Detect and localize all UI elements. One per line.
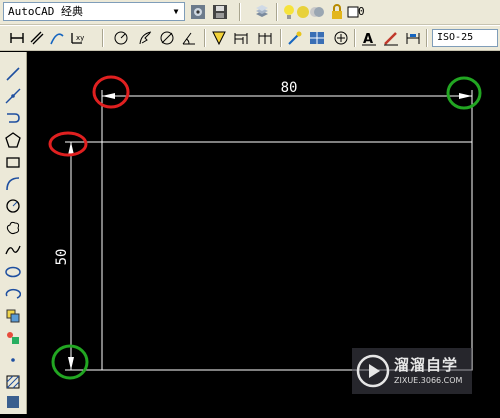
separator — [204, 29, 206, 47]
arrowhead-left — [102, 93, 115, 99]
center-mark-icon[interactable] — [308, 29, 326, 47]
point-icon[interactable] — [3, 350, 23, 370]
arrowhead-right — [459, 93, 472, 99]
svg-text:xy: xy — [76, 34, 84, 42]
horizontal-dimension-text: 80 — [281, 80, 298, 96]
separator — [102, 29, 104, 47]
insert-block-icon[interactable] — [3, 306, 23, 326]
chevron-down-icon[interactable]: ▼ — [169, 4, 183, 19]
workspace-select-value: AutoCAD 经典 — [8, 5, 83, 18]
red-highlight-circle — [92, 75, 130, 109]
vertical-dimension[interactable]: 50 — [54, 141, 102, 371]
save-workspace-icon[interactable] — [211, 3, 229, 21]
line-icon[interactable] — [3, 64, 23, 84]
workspace-settings-icon[interactable] — [189, 3, 207, 21]
rectangle-icon[interactable] — [3, 152, 23, 172]
jogged-dimension-icon[interactable] — [136, 29, 154, 47]
separator — [276, 3, 278, 21]
separator — [280, 29, 282, 47]
layer-manager-icon[interactable] — [253, 3, 271, 21]
watermark-url: ZIXUE.3066.COM — [394, 376, 463, 385]
arrowhead-bottom — [68, 357, 74, 370]
vertical-dimension-text: 50 — [54, 249, 70, 266]
dimension-text-edit-icon[interactable]: A — [360, 29, 378, 47]
dimension-style-select[interactable]: ISO-25 — [432, 29, 498, 47]
continue-dimension-icon[interactable] — [256, 29, 274, 47]
rectangle-geometry[interactable] — [101, 141, 473, 371]
watermark: 溜溜自学 ZIXUE.3066.COM — [352, 348, 472, 394]
spline-icon[interactable] — [3, 240, 23, 260]
arrowhead-top — [68, 142, 74, 155]
hatch-icon[interactable] — [3, 372, 23, 392]
radius-dimension-icon[interactable] — [112, 29, 130, 47]
ellipse-icon[interactable] — [3, 262, 23, 282]
dimension-edit-icon[interactable] — [382, 29, 400, 47]
quick-dimension-icon[interactable] — [210, 29, 228, 47]
angular-dimension-icon[interactable] — [180, 29, 198, 47]
standard-toolbar: AutoCAD 经典 ▼ 0 — [0, 0, 500, 25]
separator — [426, 29, 428, 47]
ellipse-arc-icon[interactable] — [3, 284, 23, 304]
revision-cloud-icon[interactable] — [3, 218, 23, 238]
polygon-icon[interactable] — [3, 130, 23, 150]
arc-icon[interactable] — [3, 174, 23, 194]
separator — [354, 29, 356, 47]
make-block-icon[interactable] — [3, 328, 23, 348]
inspect-dimension-icon[interactable] — [332, 29, 350, 47]
workspace-select[interactable]: AutoCAD 经典 ▼ — [3, 2, 185, 21]
separator — [239, 3, 241, 21]
draw-toolbar — [0, 52, 27, 414]
dimension-toolbar: xy A ISO-25 — [0, 26, 500, 51]
current-layer-name[interactable]: 0 — [358, 5, 365, 18]
red-highlight-circle — [48, 131, 88, 157]
construction-line-icon[interactable] — [3, 86, 23, 106]
watermark-title: 溜溜自学 — [394, 356, 459, 374]
gradient-icon[interactable] — [3, 392, 23, 412]
svg-text:A: A — [363, 32, 373, 46]
linear-dimension-icon[interactable] — [8, 29, 26, 47]
tolerance-icon[interactable] — [286, 29, 304, 47]
aligned-dimension-icon[interactable] — [28, 29, 46, 47]
polyline-icon[interactable] — [3, 108, 23, 128]
dimension-update-icon[interactable] — [404, 29, 422, 47]
dimension-style-value: ISO-25 — [437, 32, 474, 43]
horizontal-dimension[interactable]: 80 — [101, 80, 473, 142]
freeze-viewport-icon[interactable] — [308, 3, 326, 21]
green-highlight-circle — [446, 76, 482, 110]
watermark-logo-icon — [356, 354, 390, 388]
diameter-dimension-icon[interactable] — [158, 29, 176, 47]
arc-length-icon[interactable] — [48, 29, 66, 47]
circle-icon[interactable] — [3, 196, 23, 216]
ordinate-dimension-icon[interactable]: xy — [68, 29, 86, 47]
baseline-dimension-icon[interactable] — [232, 29, 250, 47]
